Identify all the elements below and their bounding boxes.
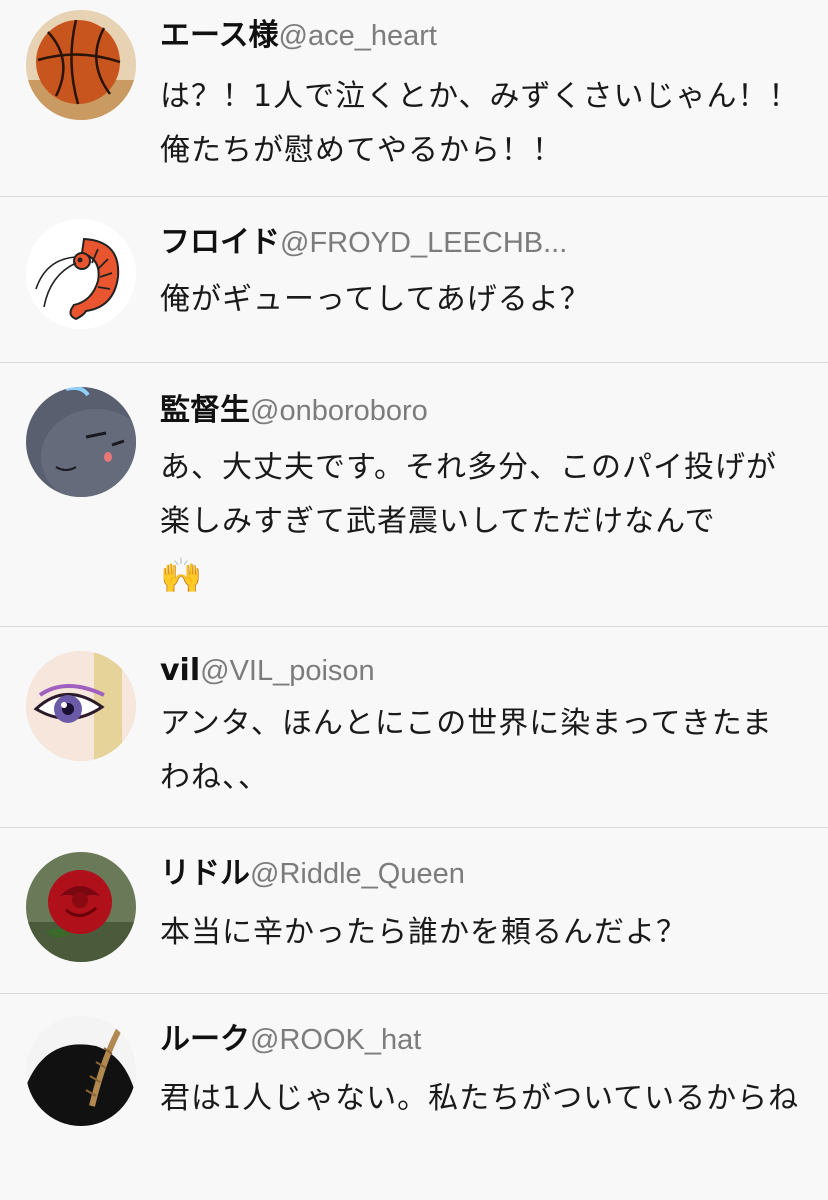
user-handle[interactable]: @VIL_poison (200, 655, 375, 687)
user-handle[interactable]: @onboroboro (250, 395, 428, 427)
display-name[interactable]: フロイド (160, 225, 280, 260)
red-rose-icon (26, 852, 136, 962)
feather-hat-icon (26, 1016, 136, 1126)
basketball-icon (26, 10, 136, 120)
post-riddle[interactable]: リドル@Riddle_Queen 本当に辛かったら誰かを頼るんだよ？ (0, 828, 828, 994)
display-name[interactable]: リドル (160, 856, 250, 891)
display-name[interactable]: vil (160, 653, 200, 688)
post-ace[interactable]: エース様@ace_heart は？！1人で泣くとか、みずくさいじゃん！！俺たちが… (0, 0, 828, 197)
display-name[interactable]: 監督生 (160, 393, 250, 428)
user-handle[interactable]: @ROOK_hat (250, 1024, 421, 1056)
raised-hands-icon: 🙌 (160, 556, 204, 596)
avatar[interactable] (26, 651, 136, 761)
post-text: は？！1人で泣くとか、みずくさいじゃん！！俺たちが慰めてやるから！！ (160, 79, 800, 168)
post-text: あ、大丈夫です。それ多分、このパイ投げが楽しみすぎて武者震いしてただけなんで 🙌 (160, 441, 800, 605)
avatar[interactable] (26, 852, 136, 962)
post-rook[interactable]: ルーク@ROOK_hat 君は1人じゃない。私たちがついているからね (0, 994, 828, 1200)
post-text-body: あ、大丈夫です。それ多分、このパイ投げが楽しみすぎて武者震いしてただけなんで (160, 450, 777, 539)
avatar[interactable] (26, 219, 136, 329)
timeline: エース様@ace_heart は？！1人で泣くとか、みずくさいじゃん！！俺たちが… (0, 0, 828, 1200)
post-text: アンタ、ほんとにこの世界に染まってきたまわね、、 (160, 706, 773, 795)
post-floyd[interactable]: フロイド@FROYD_LEECHB... 俺がギューってしてあげるよ？ (0, 197, 828, 363)
avatar[interactable] (26, 1016, 136, 1126)
avatar[interactable] (26, 387, 136, 497)
display-name[interactable]: エース様 (160, 18, 279, 53)
user-handle[interactable]: @Riddle_Queen (250, 858, 465, 890)
user-handle[interactable]: @FROYD_LEECHB... (280, 227, 567, 259)
eye-icon (26, 651, 136, 761)
post-kantokusei[interactable]: 監督生@onboroboro あ、大丈夫です。それ多分、このパイ投げが楽しみすぎ… (0, 363, 828, 627)
post-text: 俺がギューってしてあげるよ？ (160, 282, 591, 317)
post-text: 本当に辛かったら誰かを頼るんだよ？ (160, 915, 687, 950)
post-text: 君は1人じゃない。私たちがついているからね (160, 1081, 800, 1116)
avatar[interactable] (26, 10, 136, 120)
display-name[interactable]: ルーク (160, 1022, 250, 1057)
gray-cat-icon (26, 387, 136, 497)
user-handle[interactable]: @ace_heart (279, 20, 437, 52)
post-vil[interactable]: vil@VIL_poison アンタ、ほんとにこの世界に染まってきたまわね、、 (0, 627, 828, 828)
shrimp-icon (26, 219, 136, 329)
